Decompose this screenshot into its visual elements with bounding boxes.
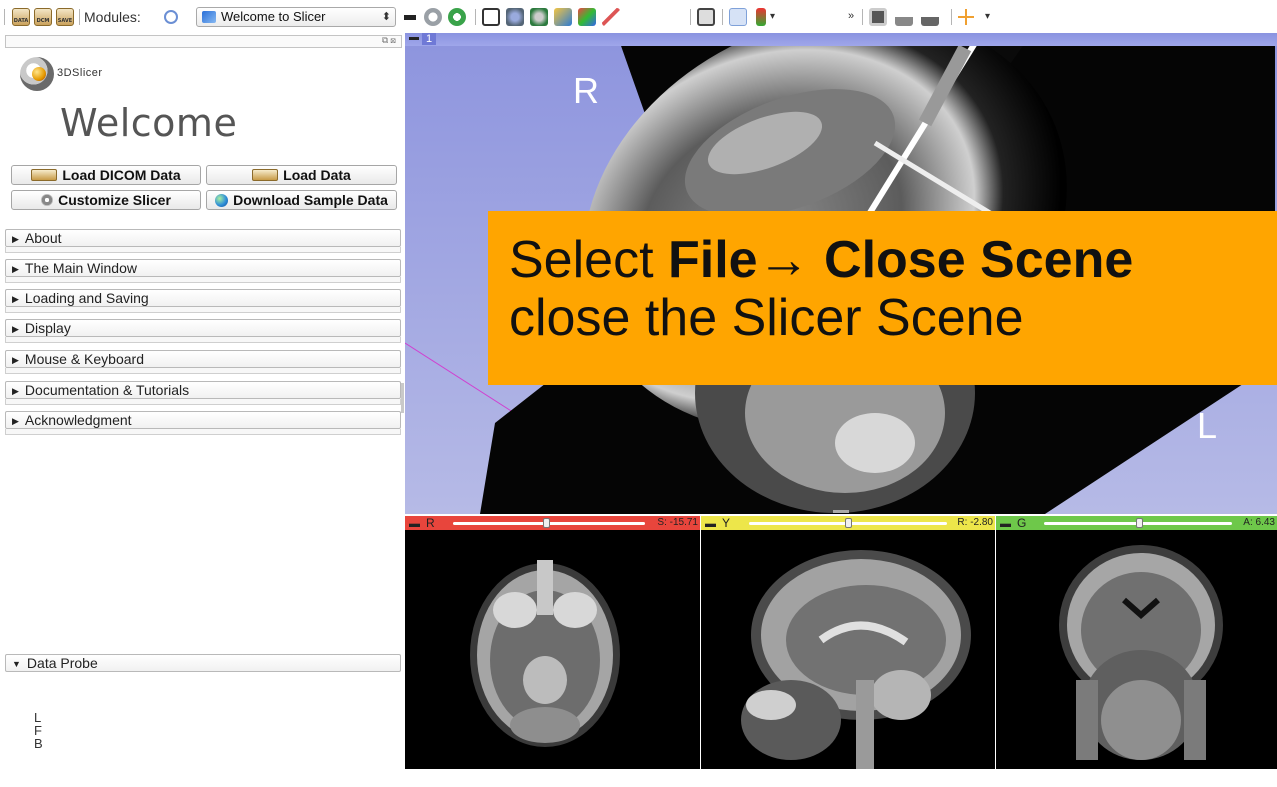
globe-icon bbox=[215, 193, 229, 207]
triangle-right-icon: ▶ bbox=[12, 416, 19, 426]
green-slider-knob[interactable] bbox=[1136, 518, 1143, 528]
module-selector-value: Welcome to Slicer bbox=[221, 9, 326, 24]
data-module-icon[interactable] bbox=[506, 8, 524, 26]
toolbar-separator bbox=[4, 9, 5, 25]
yellow-slider-knob[interactable] bbox=[845, 518, 852, 528]
scene-view-icon[interactable] bbox=[895, 8, 913, 26]
triangle-right-icon: ▶ bbox=[12, 386, 19, 396]
red-slice-controller[interactable]: ▬ R S: -15.71 bbox=[405, 516, 700, 530]
crosshair-mode-icon[interactable] bbox=[756, 8, 766, 26]
volumes-icon[interactable] bbox=[530, 8, 548, 26]
section-mouse-keyboard[interactable]: ▶ Mouse & Keyboard bbox=[5, 350, 401, 368]
download-sample-data-button[interactable]: Download Sample Data bbox=[206, 190, 397, 210]
logo-text: 3DSlicer bbox=[57, 67, 103, 79]
transforms-icon[interactable] bbox=[602, 8, 620, 26]
module-icon bbox=[202, 11, 216, 23]
section-main-window[interactable]: ▶ The Main Window bbox=[5, 259, 401, 277]
history-icon[interactable] bbox=[404, 15, 416, 20]
data-icon bbox=[252, 169, 279, 182]
section-display[interactable]: ▶ Display bbox=[5, 319, 401, 337]
section-loading-saving[interactable]: ▶ Loading and Saving bbox=[5, 289, 401, 307]
green-slice-controller[interactable]: ▬ G A: 6.43 bbox=[996, 516, 1277, 530]
green-slice-offset: A: 6.43 bbox=[1243, 517, 1275, 528]
callout-bold-text: File→ Close Scene bbox=[667, 231, 1134, 289]
layout-icon[interactable] bbox=[697, 8, 715, 26]
3d-view-number: 1 bbox=[422, 33, 437, 45]
axial-slice-image bbox=[470, 560, 620, 747]
triangle-right-icon: ▶ bbox=[12, 324, 19, 334]
triangle-right-icon: ▶ bbox=[12, 234, 19, 244]
section-about[interactable]: ▶ About bbox=[5, 229, 401, 247]
yellow-slice-controller[interactable]: ▬ Y R: -2.80 bbox=[701, 516, 995, 530]
editor-icon[interactable] bbox=[578, 8, 596, 26]
models-icon[interactable] bbox=[554, 8, 572, 26]
panel-scrollbar[interactable] bbox=[401, 383, 404, 413]
save-icon[interactable]: SAVE bbox=[56, 8, 74, 26]
red-slice-offset: S: -15.71 bbox=[657, 517, 698, 528]
page-title: Welcome bbox=[60, 101, 238, 145]
red-slice-view[interactable]: ▬ R S: -15.71 bbox=[405, 516, 700, 769]
scene-view-menu-icon[interactable] bbox=[921, 8, 939, 26]
forward-icon[interactable] bbox=[448, 8, 466, 26]
slice-name-red: ▬ R bbox=[409, 516, 435, 530]
instruction-callout: Select File→ Close Scene close the Slice… bbox=[488, 211, 1277, 385]
module-selector[interactable]: Welcome to Slicer ⬍ bbox=[196, 7, 396, 27]
yellow-slice-view[interactable]: ▬ Y R: -2.80 bbox=[701, 516, 995, 769]
toolbar-separator bbox=[862, 9, 863, 25]
pin-icon[interactable]: ▬ bbox=[409, 32, 419, 43]
yellow-slice-offset: R: -2.80 bbox=[957, 517, 993, 528]
slicer-logo-core-icon bbox=[32, 67, 46, 81]
dicom-icon[interactable]: DCM bbox=[34, 8, 52, 26]
more-chevron[interactable]: » bbox=[848, 10, 854, 22]
section-data-probe[interactable]: ▼ Data Probe bbox=[5, 654, 401, 672]
section-acknowledgment[interactable]: ▶ Acknowledgment bbox=[5, 411, 401, 429]
home-icon[interactable] bbox=[482, 8, 500, 26]
chevron-updown-icon: ⬍ bbox=[381, 11, 391, 23]
triangle-right-icon: ▶ bbox=[12, 264, 19, 274]
toolbar-separator bbox=[690, 9, 691, 25]
main-toolbar: DATA DCM SAVE Modules: Welcome to Slicer… bbox=[0, 0, 1277, 33]
gear-icon bbox=[41, 194, 54, 207]
coronal-slice-image bbox=[1059, 545, 1223, 760]
chevron-down-icon[interactable]: ▾ bbox=[770, 11, 775, 22]
panel-titlebar: ⧉⊠ bbox=[5, 35, 402, 48]
section-documentation[interactable]: ▶ Documentation & Tutorials bbox=[5, 381, 401, 399]
chevron-down-icon[interactable]: ▾ bbox=[985, 11, 990, 22]
3d-view-controller-bar[interactable]: ▬ 1 bbox=[405, 32, 1277, 46]
green-slice-view[interactable]: ▬ G A: 6.43 bbox=[996, 516, 1277, 769]
toolbar-separator bbox=[722, 9, 723, 25]
search-icon[interactable] bbox=[164, 10, 178, 24]
orientation-l-label: L bbox=[1197, 405, 1218, 446]
probe-label-b: B bbox=[34, 736, 43, 751]
sagittal-slice-image bbox=[741, 550, 971, 769]
screenshot-icon[interactable] bbox=[869, 8, 887, 26]
toolbar-separator bbox=[79, 9, 80, 25]
slice-name-green: ▬ G bbox=[1000, 516, 1027, 530]
triangle-down-icon: ▼ bbox=[12, 659, 21, 669]
dicom-icon bbox=[31, 169, 58, 182]
back-icon[interactable] bbox=[424, 8, 442, 26]
customize-slicer-button[interactable]: Customize Slicer bbox=[11, 190, 201, 210]
modules-label: Modules: bbox=[84, 9, 141, 25]
load-data-button[interactable]: Load Data bbox=[206, 165, 397, 185]
toolbar-separator bbox=[951, 9, 952, 25]
view-sync-icon[interactable] bbox=[729, 8, 747, 26]
slice-name-yellow: ▬ Y bbox=[705, 516, 731, 530]
module-panel: ⧉⊠ 3DSlicer Welcome Load DICOM Data Load… bbox=[0, 33, 405, 787]
view-splitter-handle[interactable] bbox=[833, 510, 849, 513]
load-dicom-button[interactable]: Load DICOM Data bbox=[11, 165, 201, 185]
toolbar-separator bbox=[475, 9, 476, 25]
dock-close-icon[interactable]: ⧉⊠ bbox=[382, 35, 398, 46]
load-data-icon[interactable]: DATA bbox=[12, 8, 30, 26]
fiducial-icon[interactable] bbox=[958, 9, 974, 25]
triangle-right-icon: ▶ bbox=[12, 355, 19, 365]
orientation-r-label: R bbox=[573, 70, 599, 111]
triangle-right-icon: ▶ bbox=[12, 294, 19, 304]
red-slider-knob[interactable] bbox=[543, 518, 550, 528]
